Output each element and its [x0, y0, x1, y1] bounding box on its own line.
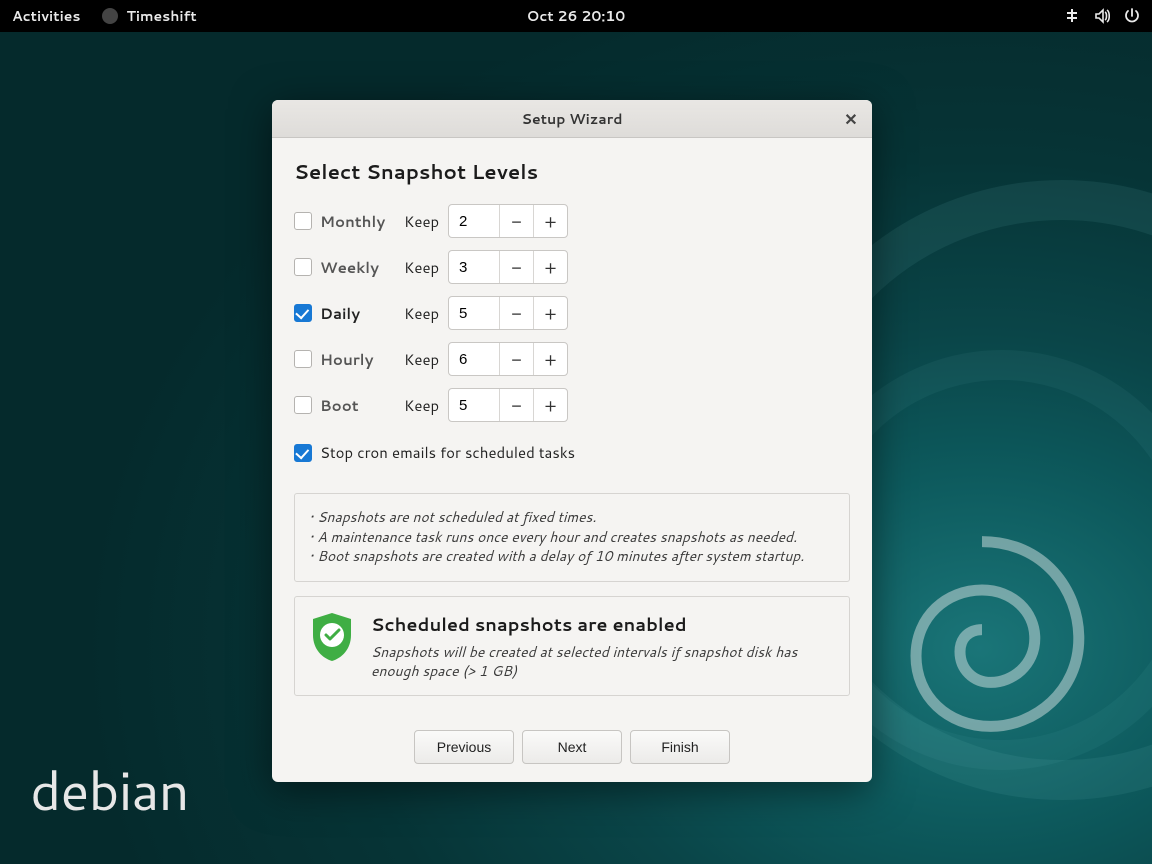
keep-stepper-monthly[interactable]: −+	[448, 204, 568, 238]
minus-icon[interactable]: −	[499, 297, 533, 329]
keep-label: Keep	[404, 349, 448, 370]
keep-stepper-hourly[interactable]: −+	[448, 342, 568, 376]
finish-button[interactable]: Finish	[630, 730, 730, 764]
debian-wordmark: debian	[30, 752, 189, 828]
app-name: Timeshift	[126, 6, 196, 26]
previous-button[interactable]: Previous	[414, 730, 514, 764]
level-label: Weekly	[320, 257, 379, 278]
level-checkbox-monthly[interactable]	[294, 212, 312, 230]
titlebar: Setup Wizard ✕	[272, 100, 872, 138]
keep-stepper-daily[interactable]: −+	[448, 296, 568, 330]
stop-cron-label: Stop cron emails for scheduled tasks	[320, 442, 575, 463]
level-label: Boot	[320, 395, 359, 416]
keep-input[interactable]	[449, 251, 499, 283]
close-icon[interactable]: ✕	[840, 108, 862, 130]
setup-wizard-dialog: Setup Wizard ✕ Select Snapshot Levels Mo…	[272, 100, 872, 782]
plus-icon[interactable]: +	[533, 297, 567, 329]
info-line: • Boot snapshots are created with a dela…	[309, 547, 835, 567]
status-title: Scheduled snapshots are enabled	[371, 611, 835, 637]
shield-check-icon	[309, 611, 355, 663]
plus-icon[interactable]: +	[533, 343, 567, 375]
keep-label: Keep	[404, 257, 448, 278]
activities-button[interactable]: Activities	[12, 6, 80, 26]
keep-stepper-boot[interactable]: −+	[448, 388, 568, 422]
plus-icon[interactable]: +	[533, 205, 567, 237]
level-label: Monthly	[320, 211, 385, 232]
plus-icon[interactable]: +	[533, 389, 567, 421]
network-icon[interactable]	[1064, 8, 1080, 24]
keep-label: Keep	[404, 395, 448, 416]
info-line: • A maintenance task runs once every hou…	[309, 528, 835, 548]
status-subtitle: Snapshots will be created at selected in…	[371, 643, 835, 681]
minus-icon[interactable]: −	[499, 389, 533, 421]
volume-icon[interactable]	[1094, 8, 1110, 24]
page-heading: Select Snapshot Levels	[294, 158, 850, 186]
next-button[interactable]: Next	[522, 730, 622, 764]
top-panel: Activities Timeshift Oct 26 20:10	[0, 0, 1152, 32]
keep-input[interactable]	[449, 343, 499, 375]
app-menu[interactable]: Timeshift	[102, 6, 196, 26]
minus-icon[interactable]: −	[499, 205, 533, 237]
keep-input[interactable]	[449, 297, 499, 329]
keep-stepper-weekly[interactable]: −+	[448, 250, 568, 284]
debian-spiral-logo	[872, 524, 1092, 744]
clock[interactable]: Oct 26 20:10	[527, 6, 626, 26]
status-box: Scheduled snapshots are enabled Snapshot…	[294, 596, 850, 696]
info-line: • Snapshots are not scheduled at fixed t…	[309, 508, 835, 528]
level-checkbox-hourly[interactable]	[294, 350, 312, 368]
wizard-footer: Previous Next Finish	[272, 714, 872, 782]
level-checkbox-boot[interactable]	[294, 396, 312, 414]
stop-cron-checkbox[interactable]	[294, 444, 312, 462]
info-box: • Snapshots are not scheduled at fixed t…	[294, 493, 850, 582]
keep-input[interactable]	[449, 389, 499, 421]
level-label: Hourly	[320, 349, 373, 370]
minus-icon[interactable]: −	[499, 343, 533, 375]
power-icon[interactable]	[1124, 8, 1140, 24]
keep-label: Keep	[404, 211, 448, 232]
keep-input[interactable]	[449, 205, 499, 237]
keep-label: Keep	[404, 303, 448, 324]
level-checkbox-daily[interactable]	[294, 304, 312, 322]
window-title: Setup Wizard	[522, 109, 623, 129]
minus-icon[interactable]: −	[499, 251, 533, 283]
plus-icon[interactable]: +	[533, 251, 567, 283]
level-label: Daily	[320, 303, 360, 324]
level-checkbox-weekly[interactable]	[294, 258, 312, 276]
timeshift-icon	[102, 8, 118, 24]
